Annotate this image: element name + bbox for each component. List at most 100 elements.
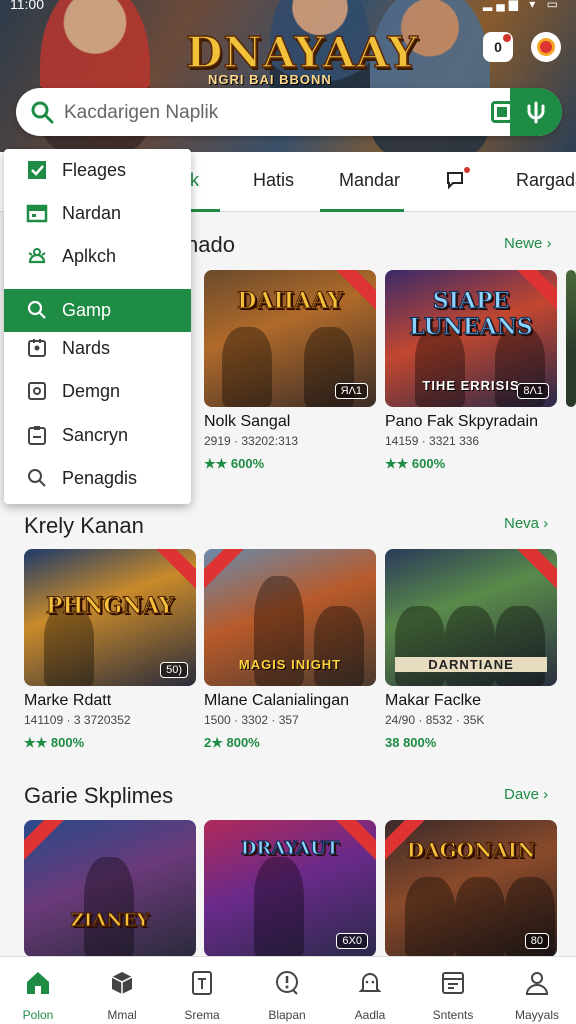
game-logo: DRAYAUT: [240, 838, 340, 860]
search-bar[interactable]: Kacdarigen Naplik: [16, 88, 562, 136]
nav-label: Mayyals: [514, 1008, 559, 1022]
notifications-button[interactable]: 0: [483, 32, 513, 62]
section-more-link[interactable]: Dave ›: [504, 786, 548, 803]
home-icon: [27, 972, 49, 994]
nav-item-polon[interactable]: Polon: [2, 969, 74, 1022]
menu-item-label: Demgn: [62, 381, 121, 401]
game-card-peek[interactable]: [566, 270, 576, 407]
section-more-label[interactable]: Neva: [504, 515, 539, 532]
tab-rargada[interactable]: Rargada: [516, 170, 576, 191]
nav-label: Aadla: [354, 1008, 386, 1022]
status-time: 11:00: [10, 0, 44, 12]
section-more-label[interactable]: Newe: [504, 235, 542, 252]
search-input[interactable]: Kacdarigen Naplik: [64, 102, 218, 124]
person-icon: [525, 972, 549, 995]
menu-item-label: Aplkch: [62, 246, 117, 266]
tab-first[interactable]: k: [190, 170, 199, 191]
nav-item-mayyals[interactable]: Mayyals: [501, 969, 573, 1022]
document-icon: [192, 971, 212, 995]
menu-item-nardan[interactable]: Nardan: [4, 192, 191, 235]
section-more-link[interactable]: Newe ›: [504, 235, 552, 252]
section-title: nado: [186, 232, 235, 257]
ribbon-badge: [149, 549, 196, 592]
dropdown-menu: Fleages Nardan Aplkch Gamp Nards Demgn S…: [4, 149, 191, 504]
game-card[interactable]: DAGONAIN 80: [385, 820, 557, 957]
menu-item-label: Gamp: [62, 300, 112, 320]
hero-subtitle: NGRI BAI BBONN: [208, 72, 332, 87]
game-thumbnail[interactable]: DARNTIANE: [385, 549, 557, 686]
game-rating: ★★ 800%: [24, 735, 85, 750]
game-logo: DAIIAAY: [237, 288, 343, 315]
menu-item-aplkch[interactable]: Aplkch: [4, 235, 191, 278]
menu-item-fleages[interactable]: Fleages: [4, 149, 191, 192]
menu-item-sancryn[interactable]: Sancryn: [4, 414, 191, 457]
game-name: Mlane Calanialingan: [204, 692, 349, 709]
ribbon-badge: [204, 549, 251, 592]
menu-item-label: Nards: [62, 338, 111, 358]
voice-search-button[interactable]: [510, 88, 562, 136]
menu-item-penagdis[interactable]: Penagdis: [4, 457, 191, 500]
game-thumbnail: [566, 270, 576, 407]
nav-item-aadla[interactable]: Aadla: [334, 969, 406, 1022]
age-rating-badge: 80: [524, 933, 549, 949]
game-thumbnail[interactable]: DAIIAAY ЯΛ1: [204, 270, 376, 407]
tab-indicator-first: [190, 209, 220, 212]
game-thumbnail[interactable]: ZIANEY: [24, 820, 196, 957]
game-thumbnail[interactable]: DAGONAIN 80: [385, 820, 557, 957]
nav-label: Mmal: [107, 1008, 137, 1022]
nav-item-blapan[interactable]: Blapan: [251, 969, 323, 1022]
game-meta: 141109 · 3 3720352: [24, 713, 131, 727]
menu-item-nards[interactable]: Nards: [4, 327, 191, 370]
android-icon: [28, 248, 46, 264]
tab-badge-dot: [464, 167, 470, 173]
notifications-icon: 0: [494, 39, 502, 55]
game-rating: 38 800%: [385, 735, 437, 750]
tab-hatis[interactable]: Hatis: [253, 170, 294, 191]
badge-icon: [28, 339, 46, 357]
game-card[interactable]: DAIIAAY ЯΛ1 Nolk Sangal 2919 · 33202:313…: [204, 270, 376, 472]
game-name: Pano Fak Skpyradain: [385, 413, 538, 430]
menu-item-label: Penagdis: [62, 468, 138, 488]
calendar-icon: [26, 204, 48, 223]
game-name: Makar Faclke: [385, 692, 482, 709]
game-meta: 1500 · 3302 · 357: [204, 713, 299, 727]
ribbon-badge: [24, 820, 71, 863]
game-thumbnail[interactable]: PHNGNAY 50): [24, 549, 196, 686]
notification-dot: [503, 34, 511, 42]
nav-item-srema[interactable]: Srema: [166, 969, 238, 1022]
game-card[interactable]: SIAPE LUNEANS TIHE ERRISIS 8Λ1 Pano Fak …: [385, 270, 557, 472]
tab-chat[interactable]: [445, 167, 470, 195]
nav-label: Blapan: [268, 1008, 306, 1022]
mic-icon: [527, 101, 545, 124]
alert-icon: [276, 971, 298, 995]
search-icon: [28, 469, 46, 487]
menu-item-gamp[interactable]: Gamp: [4, 289, 191, 332]
section-more-link[interactable]: Neva ›: [504, 515, 548, 532]
nav-item-mmal[interactable]: Mmal: [86, 969, 158, 1022]
status-icons: ▂▄▆ ▾ ▭: [483, 0, 562, 11]
game-card[interactable]: DRAYAUT 6X0: [204, 820, 376, 957]
game-thumbnail[interactable]: MAGIS INIGHT: [204, 549, 376, 686]
game-card[interactable]: ZIANEY: [24, 820, 196, 957]
menu-item-demgn[interactable]: Demgn: [4, 370, 191, 413]
menu-item-label: Fleages: [62, 160, 127, 180]
square-icon: [28, 382, 46, 400]
section-more-label[interactable]: Dave: [504, 786, 539, 803]
profile-button[interactable]: [531, 32, 561, 62]
game-rating: ★★ 600%: [385, 456, 446, 471]
game-card[interactable]: DARNTIANE Makar Faclke 24/90 · 8532 · 35…: [385, 549, 557, 750]
game-name: Marke Rdatt: [24, 692, 112, 709]
nav-item-sntents[interactable]: Sntents: [417, 969, 489, 1022]
bottom-navigation: Polon Mmal Srema Blapan Aadla Sntents Ma…: [0, 956, 576, 1024]
game-thumbnail[interactable]: SIAPE LUNEANS TIHE ERRISIS 8Λ1: [385, 270, 557, 407]
game-rating: ★★ 600%: [204, 456, 265, 471]
tab-mandar[interactable]: Mandar: [339, 170, 400, 191]
section-title: Garie Skplimes: [24, 783, 174, 808]
nav-label: Srema: [184, 1008, 220, 1022]
game-logo: SIAPE LUNEANS: [409, 288, 533, 341]
game-card[interactable]: PHNGNAY 50) Marke Rdatt 141109 · 3 37203…: [24, 549, 196, 751]
game-thumbnail[interactable]: DRAYAUT 6X0: [204, 820, 376, 957]
game-logo: DAGONAIN: [406, 838, 536, 863]
game-name: Nolk Sangal: [204, 413, 291, 430]
game-card[interactable]: MAGIS INIGHT Mlane Calanialingan 1500 · …: [204, 549, 376, 751]
